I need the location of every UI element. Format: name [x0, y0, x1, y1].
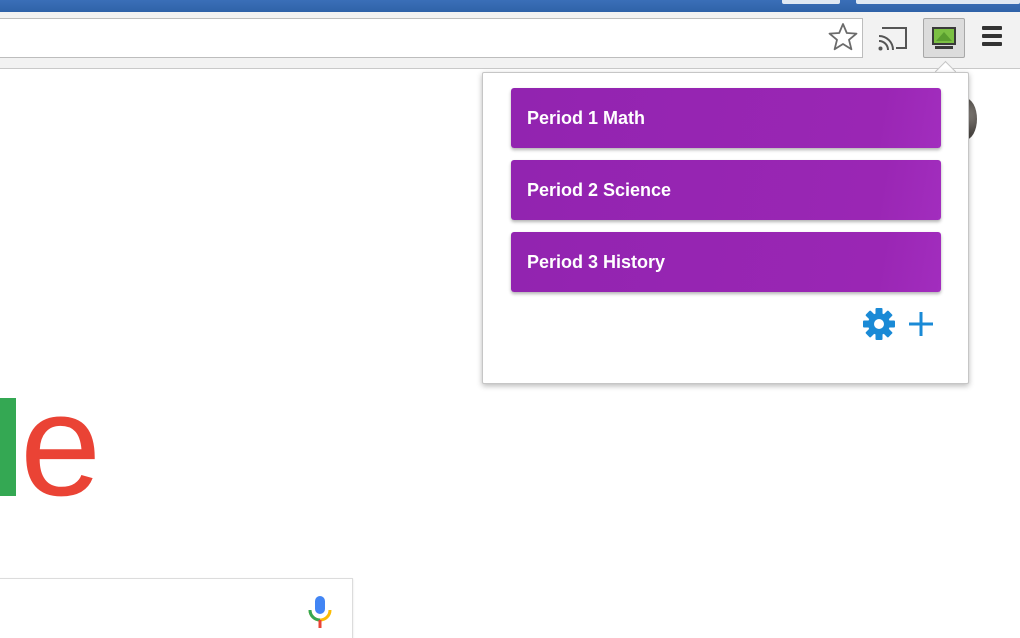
star-icon[interactable] [826, 20, 860, 54]
google-logo-e: e [20, 363, 101, 526]
screen: e Period 1 Math Period 2 Science Period … [0, 0, 1020, 638]
browser-toolbar [0, 12, 1020, 69]
class-button-period-3[interactable]: Period 3 History [511, 232, 941, 292]
plus-icon[interactable] [907, 310, 935, 338]
menu-icon[interactable] [982, 26, 1006, 50]
google-logo-l [0, 398, 16, 496]
tab-sliver[interactable] [856, 0, 1020, 4]
cast-icon[interactable] [876, 22, 910, 54]
microphone-icon[interactable] [306, 594, 334, 630]
class-button-period-2[interactable]: Period 2 Science [511, 160, 941, 220]
address-bar[interactable] [0, 18, 863, 58]
window-title-bar [0, 0, 1020, 12]
tab-sliver[interactable] [782, 0, 840, 4]
classroom-extension-icon[interactable] [923, 18, 965, 58]
search-input[interactable] [0, 578, 353, 638]
gear-icon[interactable] [861, 306, 897, 342]
class-button-period-1[interactable]: Period 1 Math [511, 88, 941, 148]
class-selector-popup: Period 1 Math Period 2 Science Period 3 … [482, 72, 969, 384]
